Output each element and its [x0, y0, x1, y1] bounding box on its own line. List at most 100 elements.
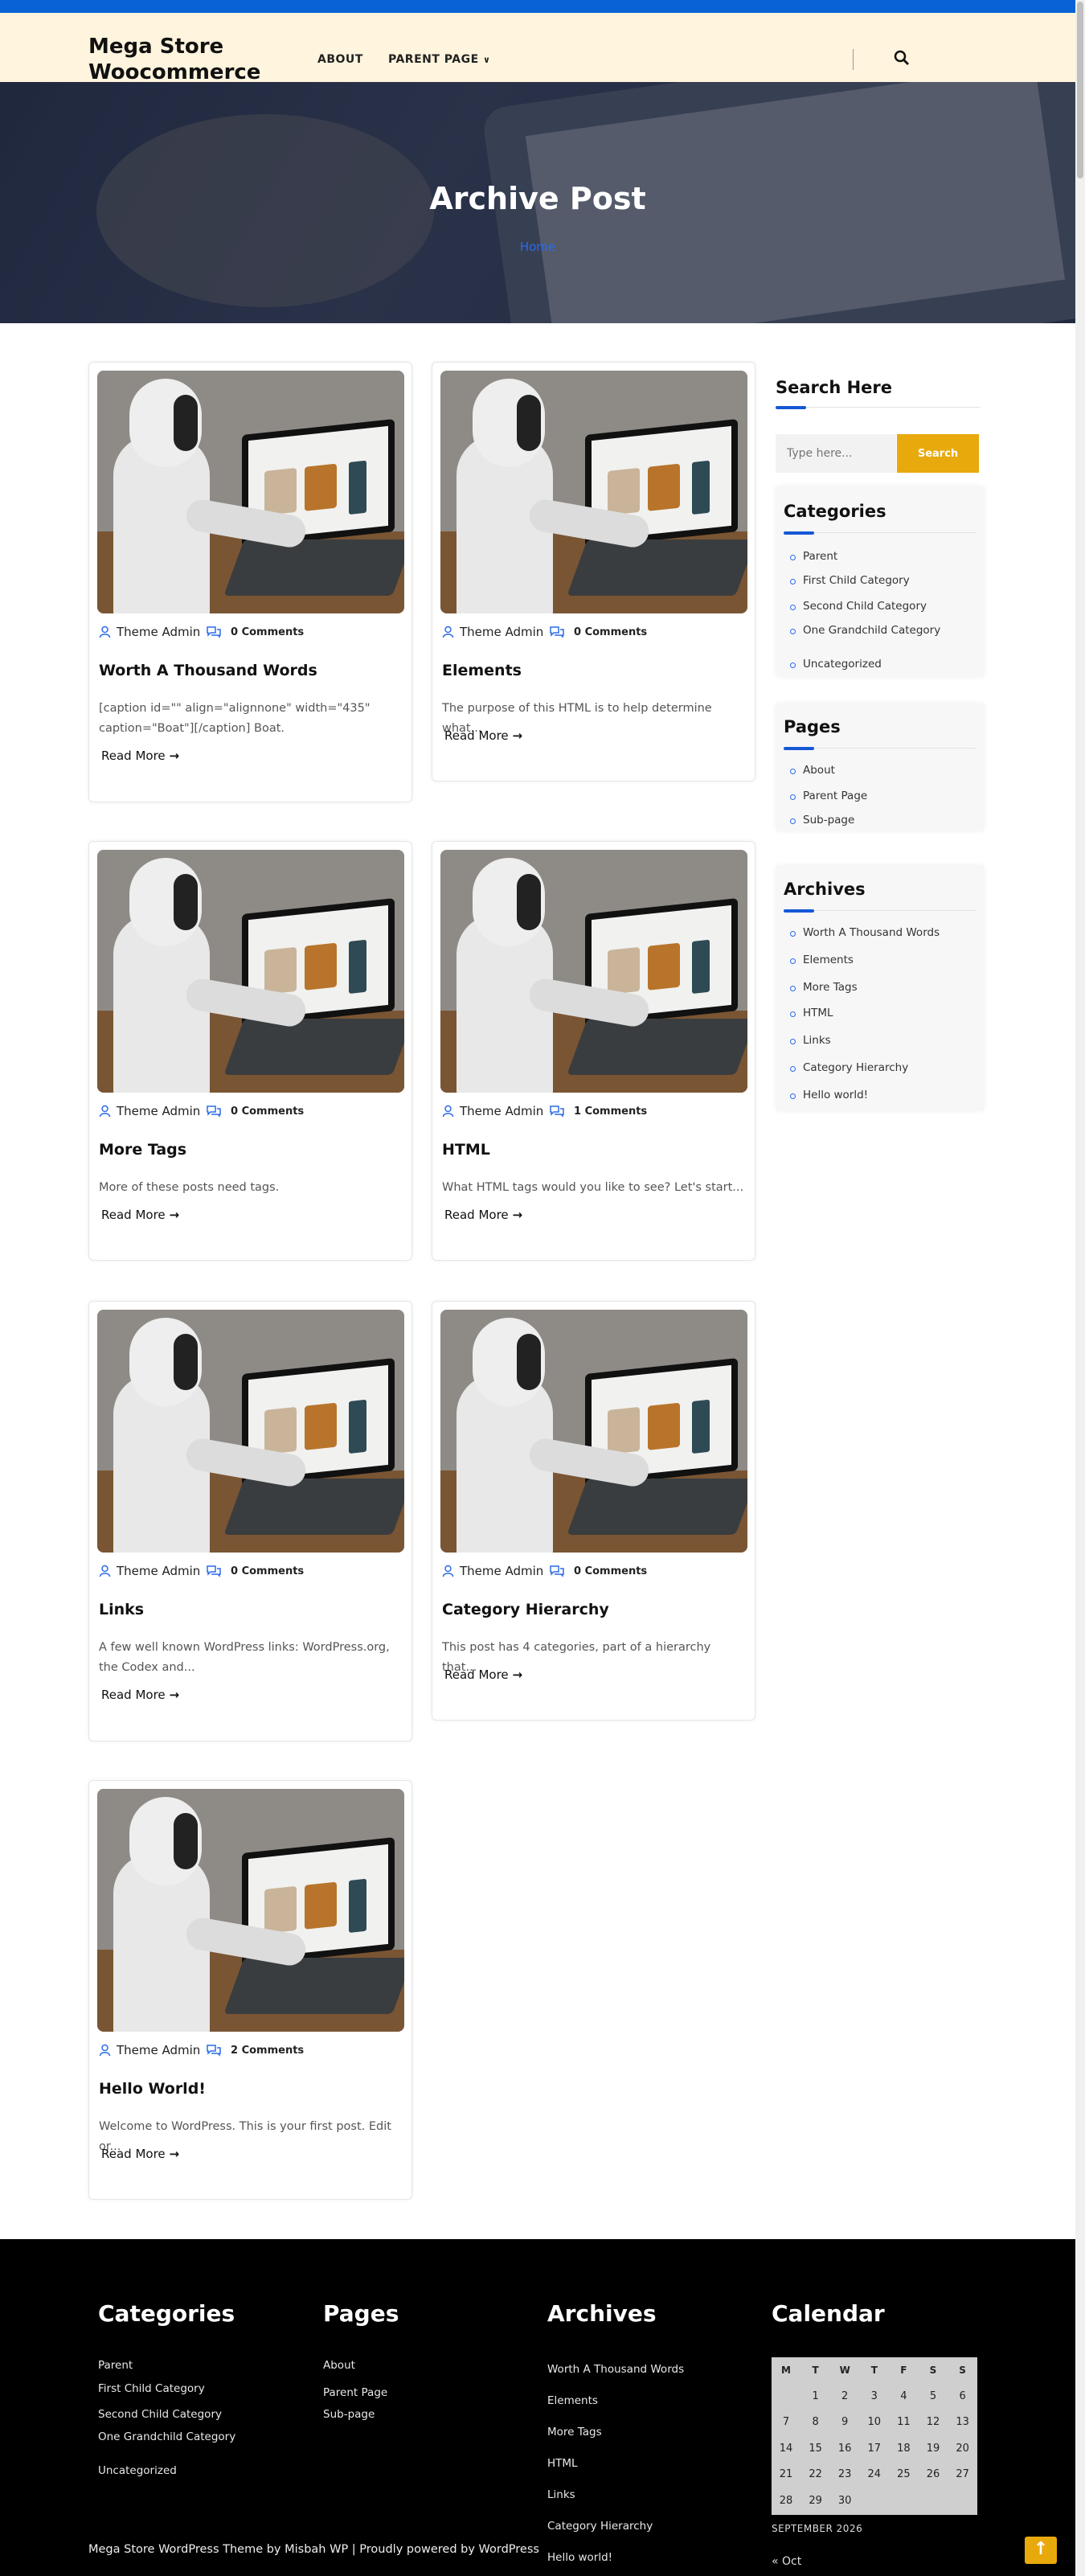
sidebar-archive-item[interactable]: Category Hierarchy	[803, 1061, 908, 1074]
nav-about[interactable]: ABOUT	[317, 53, 363, 66]
post-thumbnail[interactable]	[97, 371, 404, 613]
footer-category-item[interactable]: First Child Category	[98, 2382, 205, 2395]
list-bullet-icon	[790, 629, 796, 634]
footer-archive-item[interactable]: More Tags	[547, 2426, 602, 2439]
sidebar-archive-item[interactable]: Links	[803, 1034, 831, 1047]
post-author[interactable]: Theme Admin	[460, 1564, 543, 1578]
nav-parent-page[interactable]: PARENT PAGE ∨	[388, 53, 490, 66]
sidebar-page-item[interactable]: About	[803, 764, 835, 777]
post-thumbnail[interactable]	[97, 850, 404, 1093]
post-comments-count[interactable]: 2 Comments	[231, 2045, 304, 2057]
sidebar-archive-item[interactable]: Hello world!	[803, 1089, 868, 1101]
post-comments-count[interactable]: 0 Comments	[231, 1565, 304, 1577]
sidebar-archive-item[interactable]: More Tags	[803, 981, 858, 994]
post-comments-count[interactable]: 0 Comments	[231, 626, 304, 638]
calendar-day-header: W	[839, 2365, 850, 2376]
comments-icon	[207, 1105, 221, 1118]
footer-archive-item[interactable]: Elements	[547, 2394, 598, 2407]
site-logo[interactable]: Mega Store Woocommerce	[88, 34, 281, 85]
sidebar-category-item[interactable]: Parent	[803, 550, 837, 563]
sidebar-archive-item[interactable]: HTML	[803, 1007, 833, 1019]
footer-archive-item[interactable]: Hello world!	[547, 2551, 612, 2564]
post-thumbnail[interactable]	[97, 1310, 404, 1553]
footer-category-item[interactable]: Second Child Category	[98, 2408, 222, 2421]
calendar-prev-link[interactable]: « Oct	[772, 2555, 801, 2568]
post-thumbnail[interactable]	[97, 1789, 404, 2032]
post-comments-count[interactable]: 0 Comments	[574, 1565, 647, 1577]
post-author[interactable]: Theme Admin	[460, 1104, 543, 1118]
list-bullet-icon	[790, 1039, 796, 1044]
chevron-down-icon: ∨	[483, 55, 491, 65]
search-icon[interactable]	[894, 50, 910, 66]
footer-page-item[interactable]: Parent Page	[323, 2386, 387, 2399]
page-scrollbar[interactable]	[1075, 0, 1085, 2576]
footer-archive-item[interactable]: Worth A Thousand Words	[547, 2363, 684, 2376]
read-more-link[interactable]: Read More →	[444, 1208, 522, 1222]
user-icon	[442, 626, 454, 638]
search-button[interactable]: Search	[897, 434, 979, 473]
sidebar-category-item[interactable]: First Child Category	[803, 574, 910, 587]
read-more-link[interactable]: Read More →	[101, 749, 179, 763]
post-author[interactable]: Theme Admin	[460, 625, 543, 639]
sidebar-category-item[interactable]: One Grandchild Category	[803, 624, 940, 637]
arrow-right-icon: →	[512, 1208, 523, 1222]
breadcrumb-home[interactable]: Home	[0, 240, 1075, 254]
scroll-to-top-button[interactable]: ↑	[1025, 2537, 1057, 2564]
calendar-day: 13	[956, 2416, 969, 2428]
post-card: Theme Admin 0 Comments Worth A Thousand …	[88, 362, 412, 802]
read-more-label: Read More	[444, 728, 509, 743]
comments-icon	[207, 1565, 221, 1577]
post-title[interactable]: Worth A Thousand Words	[99, 662, 404, 679]
footer-category-item[interactable]: Parent	[98, 2359, 133, 2372]
post-thumbnail[interactable]	[440, 1310, 747, 1553]
read-more-link[interactable]: Read More →	[101, 2147, 179, 2161]
footer-archive-item[interactable]: Links	[547, 2488, 575, 2501]
calendar-day: 15	[809, 2442, 822, 2455]
sidebar-archive-item[interactable]: Worth A Thousand Words	[803, 926, 940, 939]
scrollbar-thumb[interactable]	[1077, 2, 1083, 178]
footer-category-item[interactable]: One Grandchild Category	[98, 2430, 235, 2443]
post-title[interactable]: Category Hierarchy	[442, 1601, 747, 1618]
post-comments-count[interactable]: 0 Comments	[574, 626, 647, 638]
post-comments-count[interactable]: 0 Comments	[231, 1105, 304, 1118]
read-more-label: Read More	[101, 1688, 166, 1702]
sidebar-archive-item[interactable]: Elements	[803, 954, 854, 966]
search-input[interactable]	[776, 434, 896, 473]
read-more-link[interactable]: Read More →	[444, 728, 522, 743]
post-thumbnail[interactable]	[440, 850, 747, 1093]
calendar-day: 1	[812, 2389, 819, 2402]
calendar-day	[772, 2384, 800, 2410]
sidebar-category-item[interactable]: Second Child Category	[803, 600, 927, 613]
calendar-day: 4	[900, 2389, 907, 2402]
post-thumbnail[interactable]	[440, 371, 747, 613]
read-more-link[interactable]: Read More →	[101, 1688, 179, 1702]
footer-page-item[interactable]: About	[323, 2359, 355, 2372]
footer-archive-item[interactable]: HTML	[547, 2457, 578, 2470]
post-title[interactable]: Elements	[442, 662, 747, 679]
list-bullet-icon	[790, 769, 796, 774]
post-title[interactable]: HTML	[442, 1141, 747, 1159]
read-more-link[interactable]: Read More →	[101, 1208, 179, 1222]
post-comments-count[interactable]: 1 Comments	[574, 1105, 647, 1118]
footer-page-item[interactable]: Sub-page	[323, 2408, 375, 2421]
sidebar-page-item[interactable]: Parent Page	[803, 790, 867, 802]
post-author[interactable]: Theme Admin	[117, 625, 200, 639]
sidebar-category-item[interactable]: Uncategorized	[803, 658, 882, 671]
post-author[interactable]: Theme Admin	[117, 1564, 200, 1578]
post-card: Theme Admin 2 Comments Hello World! Welc…	[88, 1780, 412, 2200]
calendar-day-header: M	[781, 2365, 791, 2376]
post-author[interactable]: Theme Admin	[117, 1104, 200, 1118]
calendar-day: 2	[841, 2389, 849, 2402]
post-title[interactable]: More Tags	[99, 1141, 404, 1159]
footer-archive-item[interactable]: Category Hierarchy	[547, 2520, 653, 2533]
post-title[interactable]: Hello World!	[99, 2080, 404, 2098]
calendar-day: 8	[812, 2416, 819, 2428]
comments-icon	[550, 1105, 564, 1118]
footer-copyright: Mega Store WordPress Theme by Misbah WP …	[88, 2543, 539, 2556]
read-more-link[interactable]: Read More →	[444, 1667, 522, 1682]
post-author[interactable]: Theme Admin	[117, 2043, 200, 2057]
calendar-day: 26	[926, 2468, 940, 2480]
sidebar-page-item[interactable]: Sub-page	[803, 814, 854, 827]
post-title[interactable]: Links	[99, 1601, 404, 1618]
footer-category-item[interactable]: Uncategorized	[98, 2464, 177, 2477]
